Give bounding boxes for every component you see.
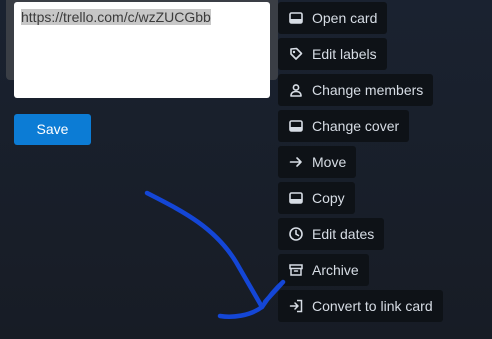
cover-icon bbox=[288, 118, 304, 134]
clock-icon bbox=[288, 226, 304, 242]
change-members-label: Change members bbox=[312, 82, 424, 98]
move-button[interactable]: Move bbox=[278, 146, 357, 178]
archive-icon bbox=[288, 262, 304, 278]
copy-button[interactable]: Copy bbox=[278, 182, 355, 214]
convert-to-link-card-button[interactable]: Convert to link card bbox=[278, 290, 443, 322]
save-button[interactable]: Save bbox=[14, 114, 91, 145]
open-card-button[interactable]: Open card bbox=[278, 2, 388, 34]
card-url-textarea[interactable]: https://trello.com/c/wzZUCGbb bbox=[14, 2, 270, 98]
convert-to-link-card-label: Convert to link card bbox=[312, 298, 433, 314]
edit-labels-label: Edit labels bbox=[312, 46, 377, 62]
copy-label: Copy bbox=[312, 190, 345, 206]
archive-label: Archive bbox=[312, 262, 359, 278]
person-icon bbox=[288, 82, 304, 98]
tag-icon bbox=[288, 46, 304, 62]
edit-labels-button[interactable]: Edit labels bbox=[278, 38, 387, 70]
edit-dates-button[interactable]: Edit dates bbox=[278, 218, 385, 250]
open-card-label: Open card bbox=[312, 10, 378, 26]
change-cover-label: Change cover bbox=[312, 118, 400, 134]
archive-button[interactable]: Archive bbox=[278, 254, 369, 286]
card-icon bbox=[288, 10, 304, 26]
link-card-icon bbox=[288, 298, 304, 314]
change-members-button[interactable]: Change members bbox=[278, 74, 434, 106]
arrow-right-icon bbox=[288, 154, 304, 170]
change-cover-button[interactable]: Change cover bbox=[278, 110, 410, 142]
edit-dates-label: Edit dates bbox=[312, 226, 375, 242]
move-label: Move bbox=[312, 154, 347, 170]
selected-url-text: https://trello.com/c/wzZUCGbb bbox=[21, 9, 211, 25]
card-icon bbox=[288, 190, 304, 206]
